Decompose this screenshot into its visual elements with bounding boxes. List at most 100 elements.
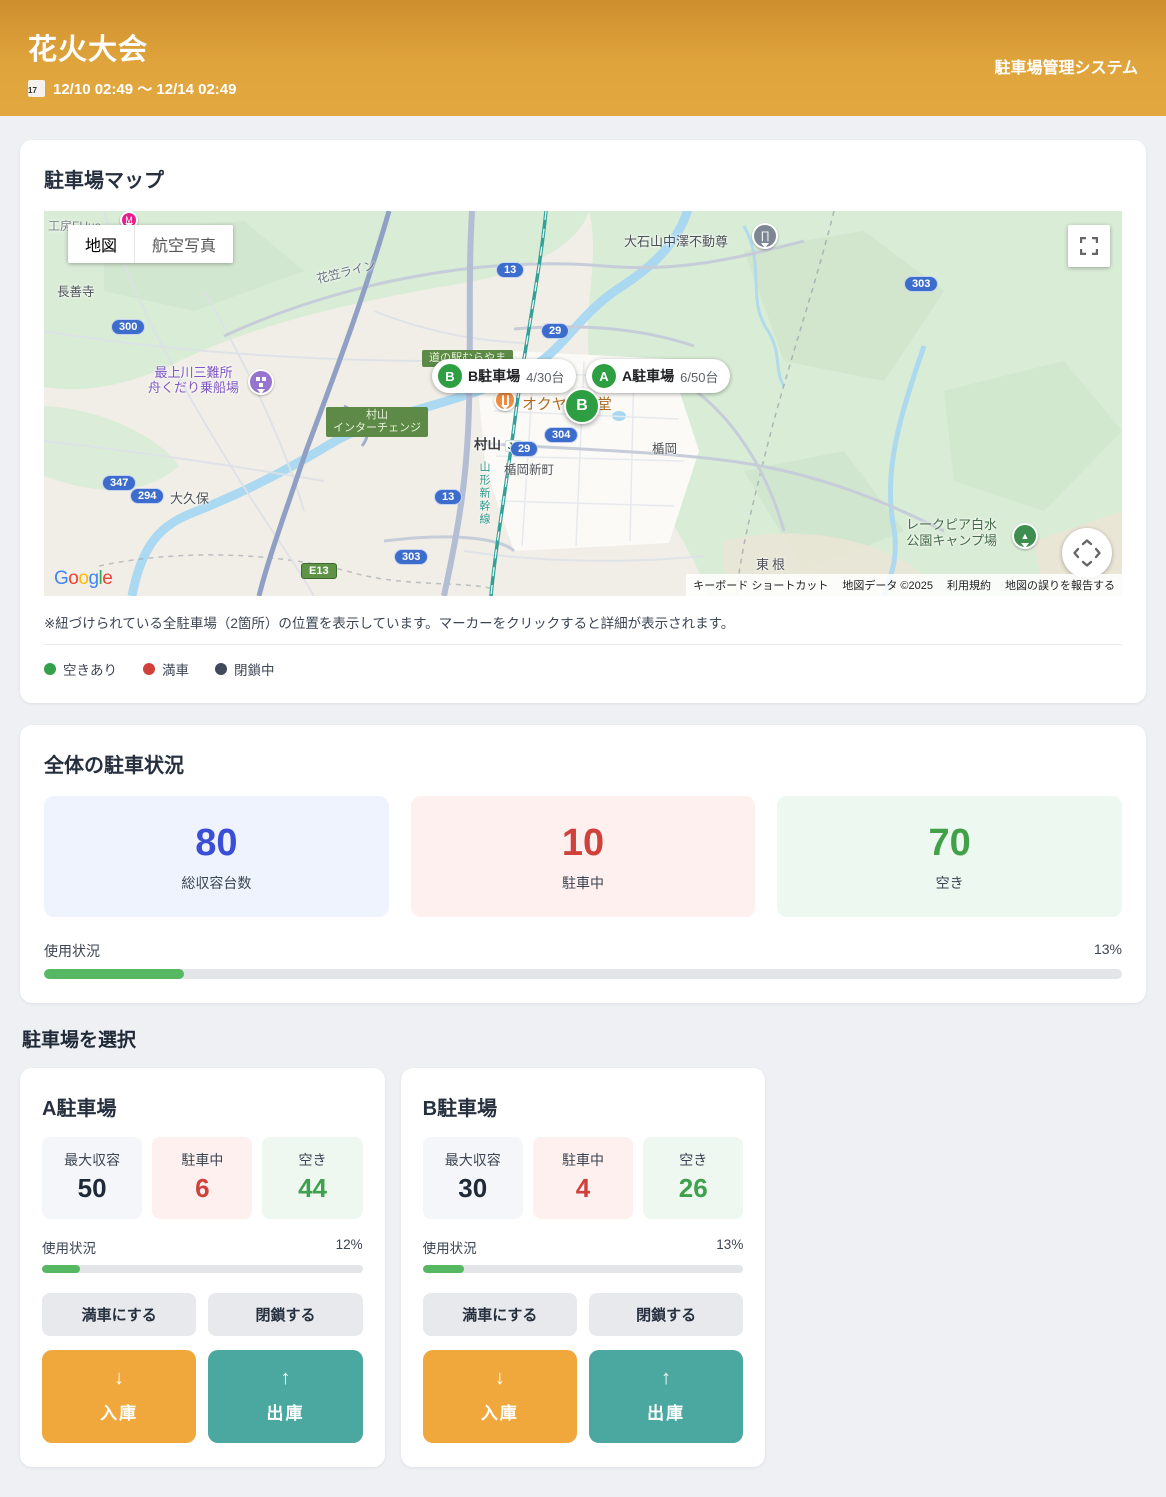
report-error-link[interactable]: 地図の誤りを報告する <box>998 574 1122 596</box>
lot-a-capacity: 最大収容 50 <box>42 1137 142 1219</box>
lot-a-title: A駐車場 <box>42 1092 363 1121</box>
route-shield-300: 300 <box>111 319 145 335</box>
map-legend: 空きあり 満車 閉鎖中 <box>44 659 1122 679</box>
divider <box>44 644 1122 645</box>
route-shield-29b: 29 <box>510 441 538 457</box>
overall-progress-fill <box>44 969 184 979</box>
legend-item-full: 満車 <box>143 659 189 679</box>
route-shield-294: 294 <box>130 488 164 504</box>
terms-link[interactable]: 利用規約 <box>940 574 998 596</box>
legend-item-closed: 閉鎖中 <box>215 659 275 679</box>
lot-b-capacity: 最大収容 30 <box>423 1137 523 1219</box>
map-type-control: 地図 航空写真 <box>68 225 233 263</box>
lot-b-usage-percent: 13% <box>716 1237 743 1257</box>
route-shield-13a: 13 <box>496 262 524 278</box>
map-card-title: 駐車場マップ <box>44 164 1122 193</box>
header-left: 花火大会 17 12/10 02:49 ～ 12/14 02:49 <box>28 26 236 116</box>
map-label-higashine: 東根 <box>756 554 788 573</box>
map-label-interchange: 村山インターチェンジ <box>326 407 428 437</box>
shrine-poi-icon: ∏ <box>752 223 778 249</box>
overall-progress-track <box>44 969 1122 979</box>
map-card: 駐車場マップ <box>20 140 1146 703</box>
lot-b-progress-fill <box>423 1265 465 1273</box>
legend-item-available: 空きあり <box>44 659 117 679</box>
map-label-shinkansen: 山形新幹線 <box>476 461 492 526</box>
available-dot-icon <box>44 663 56 675</box>
lot-b-exit-button[interactable]: ↑ 出庫 <box>589 1350 743 1443</box>
route-shield-304: 304 <box>544 427 578 443</box>
app-name: 駐車場管理システム <box>994 54 1138 116</box>
keyboard-shortcuts-link[interactable]: キーボード ショートカット <box>686 574 835 596</box>
map-label-tateoka: 楯岡 <box>652 438 677 457</box>
lot-b-entry-button[interactable]: ↓ 入庫 <box>423 1350 577 1443</box>
pan-arrows-icon <box>1072 538 1102 568</box>
lot-a-exit-button[interactable]: ↑ 出庫 <box>208 1350 362 1443</box>
lot-a-marker-letter: A <box>592 364 616 388</box>
lot-a-parked: 駐車中 6 <box>152 1137 252 1219</box>
map-label-lakepia: レークピア白水公園キャンプ場 <box>906 517 997 548</box>
map-note: ※紐づけられている全駐車場（2箇所）の位置を表示しています。マーカーをクリックす… <box>44 612 1122 632</box>
stat-total-capacity: 80 総収容台数 <box>44 796 389 917</box>
main-content: 駐車場マップ <box>0 116 1166 1497</box>
stat-parked: 10 駐車中 <box>411 796 756 917</box>
lot-section-title: 駐車場を選択 <box>22 1025 1146 1052</box>
lot-b-vacant: 空き 26 <box>643 1137 743 1219</box>
closed-dot-icon <box>215 663 227 675</box>
lot-a-progress-track <box>42 1265 363 1273</box>
route-shield-e13: E13 <box>301 563 337 579</box>
map-pill-lot-b[interactable]: B B駐車場 4/30台 <box>432 359 576 393</box>
map-view-button[interactable]: 地図 <box>68 225 134 263</box>
boat-poi-icon <box>248 369 274 395</box>
satellite-view-button[interactable]: 航空写真 <box>134 225 233 263</box>
lot-b-set-full-button[interactable]: 満車にする <box>423 1293 577 1336</box>
google-map[interactable]: 工房FUua M 長善寺 花笠ライン 大石山中澤不動尊 ∏ 最上川三難所舟くだり… <box>44 211 1122 596</box>
lot-a-usage-percent: 12% <box>336 1237 363 1257</box>
down-arrow-icon: ↓ <box>114 1367 124 1390</box>
lot-b-close-button[interactable]: 閉鎖する <box>589 1293 743 1336</box>
lot-b-progress-track <box>423 1265 744 1273</box>
route-shield-303b: 303 <box>394 549 428 565</box>
up-arrow-icon: ↑ <box>280 1367 290 1390</box>
calendar-icon: 17 <box>28 80 45 97</box>
lot-card-b: B駐車場 最大収容 30 駐車中 4 空き 26 使用状況 13% <box>401 1068 766 1467</box>
overall-status-title: 全体の駐車状況 <box>44 749 1122 778</box>
app-header: 花火大会 17 12/10 02:49 ～ 12/14 02:49 駐車場管理シ… <box>0 0 1166 116</box>
map-marker-lot-b[interactable]: B <box>564 388 600 424</box>
map-label-mogami: 最上川三難所舟くだり乗船場 <box>148 366 239 396</box>
route-shield-29a: 29 <box>541 323 569 339</box>
google-logo[interactable]: Google <box>54 568 112 590</box>
lot-a-progress-fill <box>42 1265 80 1273</box>
lot-grid-empty-cell <box>781 1068 1146 1467</box>
lot-b-marker-letter: B <box>438 364 462 388</box>
lot-a-set-full-button[interactable]: 満車にする <box>42 1293 196 1336</box>
route-shield-303a: 303 <box>904 276 938 292</box>
pan-control[interactable] <box>1062 528 1112 578</box>
down-arrow-icon: ↓ <box>495 1367 505 1390</box>
usage-label: 使用状況 <box>44 941 100 961</box>
camp-poi-icon: ▲ <box>1012 523 1038 549</box>
map-label-tateoka-shinmachi: 楯岡新町 <box>504 459 554 478</box>
lot-a-entry-button[interactable]: ↓ 入庫 <box>42 1350 196 1443</box>
map-label-chozenji: 長善寺 <box>57 281 95 300</box>
route-shield-13b: 13 <box>434 489 462 505</box>
lot-a-close-button[interactable]: 閉鎖する <box>208 1293 362 1336</box>
event-date-row: 17 12/10 02:49 ～ 12/14 02:49 <box>28 78 236 99</box>
lot-b-title: B駐車場 <box>423 1092 744 1121</box>
fullscreen-icon <box>1080 237 1098 255</box>
route-shield-347: 347 <box>102 475 136 491</box>
map-data-label: 地図データ ©2025 <box>835 574 940 596</box>
overall-usage-row: 使用状況 13% <box>44 941 1122 961</box>
fullscreen-button[interactable] <box>1068 225 1110 267</box>
up-arrow-icon: ↑ <box>661 1367 671 1390</box>
lot-a-usage-label: 使用状況 <box>42 1237 96 1257</box>
map-pill-lot-a[interactable]: A A駐車場 6/50台 <box>586 359 730 393</box>
usage-percent: 13% <box>1094 941 1122 961</box>
lot-card-a: A駐車場 最大収容 50 駐車中 6 空き 44 使用状況 12% <box>20 1068 385 1467</box>
map-label-okubo: 大久保 <box>170 488 209 507</box>
map-label-fudoson: 大石山中澤不動尊 <box>624 231 728 250</box>
event-date-range: 12/10 02:49 ～ 12/14 02:49 <box>53 78 236 99</box>
overall-status-card: 全体の駐車状況 80 総収容台数 10 駐車中 70 空き 使用状況 13% <box>20 725 1146 1003</box>
overall-stat-grid: 80 総収容台数 10 駐車中 70 空き <box>44 796 1122 917</box>
page-title: 花火大会 <box>28 26 236 68</box>
lot-b-usage-label: 使用状況 <box>423 1237 477 1257</box>
